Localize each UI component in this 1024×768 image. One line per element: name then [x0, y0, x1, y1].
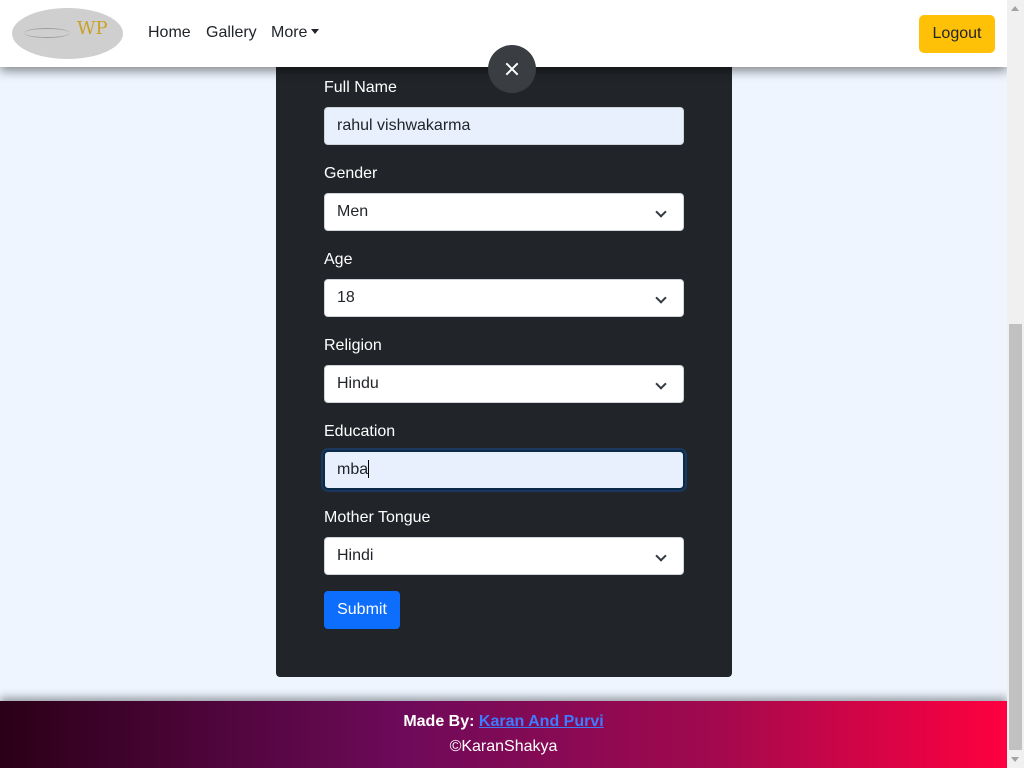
religion-value: Hindu [337, 375, 379, 392]
gender-value: Men [337, 203, 369, 220]
scroll-down-arrow-icon[interactable] [1011, 757, 1019, 762]
full-name-input[interactable]: rahul vishwakarma [324, 107, 684, 145]
religion-select[interactable]: Hindu [324, 365, 684, 403]
gender-label: Gender [324, 165, 378, 182]
scrollbar-thumb[interactable] [1009, 324, 1022, 750]
chevron-down-icon [655, 378, 667, 390]
education-input[interactable]: mba [323, 450, 685, 490]
made-by-text: Made By: Karan And Purvi [0, 713, 1007, 731]
copyright-text: ©KaranShakya [449, 738, 558, 755]
scroll-up-arrow-icon[interactable] [1011, 6, 1019, 11]
chevron-down-icon [655, 292, 667, 304]
mother-tongue-select[interactable]: Hindi [324, 537, 684, 575]
page-scrollbar[interactable] [1007, 0, 1024, 768]
chevron-down-icon [655, 206, 667, 218]
nav-home-link[interactable]: Home [148, 24, 191, 42]
education-label: Education [324, 423, 396, 440]
caret-down-icon [311, 29, 320, 34]
age-label: Age [324, 251, 353, 268]
logo-text: WP [77, 18, 108, 39]
footer: Made By: Karan And Purvi ©KaranShakya [0, 701, 1007, 768]
nav-more-dropdown[interactable]: More [271, 24, 320, 42]
age-value: 18 [337, 289, 355, 306]
chevron-down-icon [655, 550, 667, 562]
authors-link[interactable]: Karan And Purvi [479, 713, 604, 730]
logo-ornament-icon [24, 28, 70, 38]
full-name-label: Full Name [324, 79, 397, 96]
text-cursor [368, 460, 370, 478]
education-value: mba [337, 461, 369, 478]
age-select[interactable]: 18 [324, 279, 684, 317]
close-icon[interactable] [488, 45, 536, 93]
logout-button[interactable]: Logout [919, 15, 995, 53]
gender-select[interactable]: Men [324, 193, 684, 231]
mother-tongue-label: Mother Tongue [324, 509, 431, 526]
mother-tongue-value: Hindi [337, 547, 374, 564]
submit-button[interactable]: Submit [324, 591, 400, 629]
nav-gallery-link[interactable]: Gallery [206, 24, 257, 42]
made-by-prefix: Made By: [403, 713, 475, 730]
religion-label: Religion [324, 337, 382, 354]
logo[interactable]: WP [12, 8, 123, 59]
nav-more-label: More [271, 24, 308, 41]
